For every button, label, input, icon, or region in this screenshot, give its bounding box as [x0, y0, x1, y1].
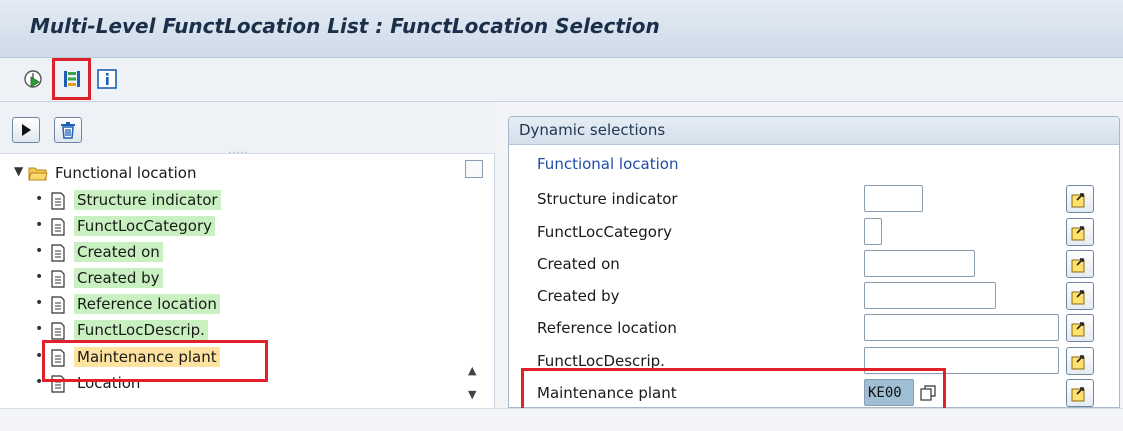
chevron-down-icon[interactable]: ▼	[14, 164, 23, 178]
execute-clock-icon[interactable]	[22, 68, 44, 90]
multiple-selection-button[interactable]	[1066, 379, 1094, 407]
multiple-selection-button[interactable]	[1066, 250, 1094, 278]
multiple-selection-icon	[1071, 258, 1085, 273]
document-icon	[51, 218, 65, 236]
bullet: •	[35, 321, 44, 337]
tree-item-label: Created on	[74, 242, 163, 262]
field-label: Created by	[537, 287, 620, 305]
multiple-selection-button[interactable]	[1066, 218, 1094, 246]
selection-row: Reference location	[537, 314, 1097, 344]
bullet: •	[35, 269, 44, 285]
selection-row: FunctLocDescrip.	[537, 347, 1097, 377]
selection-row: FunctLocCategory	[537, 218, 1097, 248]
trash-icon	[61, 122, 75, 139]
document-icon	[51, 322, 65, 340]
multiple-selection-icon	[1071, 322, 1085, 337]
document-icon	[51, 296, 65, 314]
dynamic-selections-icon[interactable]	[61, 68, 83, 90]
tree-item-label: FunctLocDescrip.	[74, 320, 208, 340]
folder-open-icon	[28, 167, 48, 181]
field-label: FunctLocDescrip.	[537, 352, 665, 370]
selection-row: Created by	[537, 282, 1097, 312]
document-icon	[51, 244, 65, 262]
scroll-up-icon[interactable]: ▲	[468, 364, 476, 377]
triangle-right-icon	[22, 124, 31, 136]
maintenance-plant-input[interactable]	[864, 379, 914, 406]
dynamic-selections-panel: Dynamic selections Functional location S…	[508, 116, 1120, 408]
multiple-selection-button[interactable]	[1066, 282, 1094, 310]
field-label: Reference location	[537, 319, 677, 337]
field-label: Maintenance plant	[537, 384, 677, 402]
multiple-selection-button[interactable]	[1066, 314, 1094, 342]
document-icon	[51, 192, 65, 210]
selection-row: Structure indicator	[537, 185, 1097, 215]
panel-title: Dynamic selections	[519, 121, 666, 139]
tree-item-label: Reference location	[74, 294, 220, 314]
reference-location-input[interactable]	[864, 314, 1059, 341]
bullet: •	[35, 243, 44, 259]
delete-button[interactable]	[54, 117, 82, 143]
tree-scrollbar[interactable]: ▲ ▼	[464, 158, 486, 408]
document-icon	[51, 349, 65, 367]
selection-row: Created on	[537, 250, 1097, 280]
field-label: Created on	[537, 255, 620, 273]
tree-item[interactable]: • FunctLocCategory	[0, 215, 470, 239]
multiple-selection-icon	[1071, 355, 1085, 370]
title-bar: Multi-Level FunctLocation List : FunctLo…	[0, 0, 1123, 58]
multiple-selection-button[interactable]	[1066, 347, 1094, 375]
tree-item[interactable]: • Location	[0, 372, 470, 396]
document-icon	[51, 270, 65, 288]
document-icon	[51, 375, 65, 393]
tree-item[interactable]: • Reference location	[0, 293, 470, 317]
field-list-panel: ····· ▼ Functional location • Structure …	[0, 102, 495, 408]
tree-item-label: Created by	[74, 268, 163, 288]
tree-item-selected[interactable]: • Maintenance plant	[0, 346, 470, 370]
copy-icon[interactable]	[920, 385, 936, 401]
tree-item-label: FunctLocCategory	[74, 216, 215, 236]
multiple-selection-icon	[1071, 226, 1085, 241]
created-by-input[interactable]	[864, 282, 996, 309]
tree-item[interactable]: • Created by	[0, 267, 470, 291]
field-list-toolbar	[0, 102, 495, 154]
tree-node-functional-location[interactable]: ▼ Functional location	[0, 162, 470, 186]
group-title: Functional location	[537, 155, 679, 173]
functloc-category-input[interactable]	[864, 218, 882, 245]
field-tree: ▼ Functional location • Structure indica…	[0, 158, 470, 408]
functloc-description-input[interactable]	[864, 347, 1059, 374]
tree-item-label: Structure indicator	[74, 190, 221, 210]
bullet: •	[35, 374, 44, 390]
multiple-selection-button[interactable]	[1066, 185, 1094, 213]
bullet: •	[35, 217, 44, 233]
dynamic-selections-header: Dynamic selections	[509, 117, 1119, 145]
bullet: •	[35, 191, 44, 207]
multiple-selection-icon	[1071, 193, 1085, 208]
tree-item-label: Location	[77, 374, 141, 392]
field-label: FunctLocCategory	[537, 223, 672, 241]
application-toolbar	[0, 58, 1123, 102]
tree-item[interactable]: • Structure indicator	[0, 189, 470, 213]
take-over-button[interactable]	[12, 117, 40, 143]
tree-root-label: Functional location	[55, 164, 197, 182]
tree-item-label: Maintenance plant	[74, 347, 220, 367]
bullet: •	[35, 348, 44, 364]
tree-item[interactable]: • Created on	[0, 241, 470, 265]
bullet: •	[35, 295, 44, 311]
scroll-down-icon[interactable]: ▼	[468, 388, 476, 401]
tree-item[interactable]: • FunctLocDescrip.	[0, 319, 470, 343]
page-title: Multi-Level FunctLocation List : FunctLo…	[30, 14, 660, 38]
structure-indicator-input[interactable]	[864, 185, 923, 212]
field-label: Structure indicator	[537, 190, 678, 208]
selection-row: Maintenance plant	[537, 379, 1097, 409]
status-bar	[0, 408, 1123, 431]
multiple-selection-icon	[1071, 387, 1085, 402]
created-on-input[interactable]	[864, 250, 975, 277]
info-icon[interactable]	[96, 68, 118, 90]
scroll-checkbox[interactable]	[465, 160, 483, 178]
multiple-selection-icon	[1071, 290, 1085, 305]
